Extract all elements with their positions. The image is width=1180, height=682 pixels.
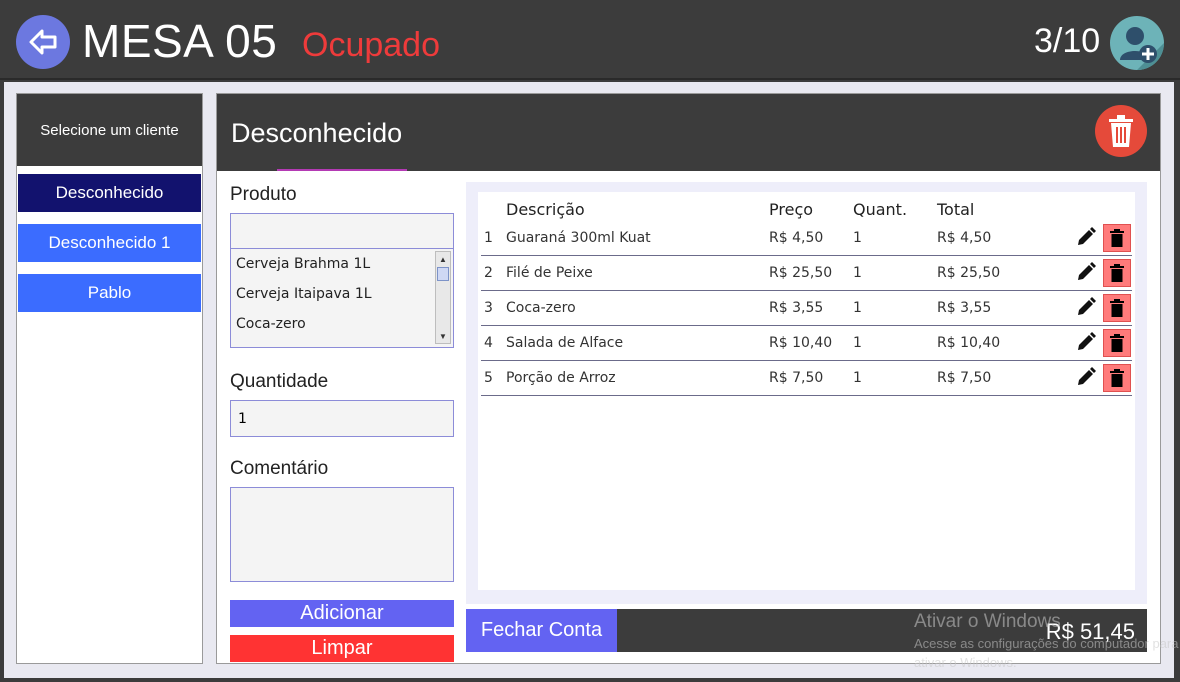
panel-header: Desconhecido	[217, 94, 1160, 171]
activation-watermark-text: ativar o Windows.	[914, 655, 1017, 670]
scroll-up-icon[interactable]: ▲	[436, 252, 450, 266]
row-price: R$ 25,50	[769, 265, 833, 281]
trash-icon	[1110, 299, 1124, 317]
order-table: Descrição Preço Quant. Total 1 Guaraná 3…	[478, 192, 1135, 590]
client-list: Desconhecido Desconhecido 1 Pablo	[17, 166, 202, 312]
column-quantity: Quant.	[853, 200, 908, 219]
product-label: Produto	[230, 184, 297, 205]
close-account-button[interactable]: Fechar Conta	[466, 609, 617, 652]
quantity-label: Quantidade	[230, 371, 329, 392]
row-quantity: 1	[853, 230, 862, 246]
scroll-thumb[interactable]	[437, 267, 449, 281]
row-price: R$ 7,50	[769, 370, 824, 386]
comment-field[interactable]	[230, 487, 454, 582]
add-client-button[interactable]	[1110, 16, 1164, 70]
table-title: MESA 05	[82, 15, 278, 67]
row-number: 2	[484, 265, 493, 281]
delete-row-button[interactable]	[1103, 364, 1131, 392]
row-number: 3	[484, 300, 493, 316]
pencil-icon[interactable]	[1076, 332, 1096, 352]
row-total: R$ 3,55	[937, 300, 992, 316]
row-description: Coca-zero	[506, 300, 576, 316]
delete-row-button[interactable]	[1103, 259, 1131, 287]
row-quantity: 1	[853, 335, 862, 351]
content-frame: Selecione um cliente Desconhecido Descon…	[4, 82, 1174, 678]
order-row: 2 Filé de Peixe R$ 25,50 1 R$ 25,50	[481, 256, 1132, 291]
delete-client-button[interactable]	[1095, 105, 1147, 157]
add-button[interactable]: Adicionar	[230, 600, 454, 627]
row-description: Filé de Peixe	[506, 265, 593, 281]
client-panel: Desconhecido Produto Cerveja Brahma 1L C…	[216, 93, 1161, 664]
client-counter: 3/10	[1034, 22, 1101, 60]
row-description: Porção de Arroz	[506, 370, 616, 386]
row-quantity: 1	[853, 370, 862, 386]
trash-icon	[1110, 334, 1124, 352]
order-row: 3 Coca-zero R$ 3,55 1 R$ 3,55	[481, 291, 1132, 326]
pencil-icon[interactable]	[1076, 227, 1096, 247]
row-price: R$ 10,40	[769, 335, 833, 351]
product-search-input[interactable]	[230, 213, 454, 249]
pencil-icon[interactable]	[1076, 262, 1096, 282]
sidebar-title: Selecione um cliente	[17, 94, 202, 166]
row-description: Guaraná 300ml Kuat	[506, 230, 651, 246]
order-row: 5 Porção de Arroz R$ 7,50 1 R$ 7,50	[481, 361, 1132, 396]
row-quantity: 1	[853, 265, 862, 281]
title-underline	[277, 169, 407, 171]
scroll-down-icon[interactable]: ▼	[436, 329, 450, 343]
row-price: R$ 3,55	[769, 300, 824, 316]
trash-icon	[1110, 264, 1124, 282]
product-list[interactable]: Cerveja Brahma 1L Cerveja Itaipava 1L Co…	[230, 249, 454, 348]
arrow-left-icon	[29, 29, 57, 55]
column-price: Preço	[769, 200, 814, 219]
comment-label: Comentário	[230, 458, 329, 479]
row-description: Salada de Alface	[506, 335, 624, 351]
client-item-desconhecido-1[interactable]: Desconhecido 1	[18, 224, 201, 262]
trash-icon	[1109, 115, 1133, 147]
product-option[interactable]: Cerveja Brahma 1L	[231, 249, 453, 279]
order-area: Descrição Preço Quant. Total 1 Guaraná 3…	[466, 182, 1147, 604]
column-total: Total	[937, 200, 975, 219]
trash-icon	[1110, 229, 1124, 247]
row-number: 5	[484, 370, 493, 386]
add-user-icon	[1120, 27, 1164, 70]
delete-row-button[interactable]	[1103, 294, 1131, 322]
row-price: R$ 4,50	[769, 230, 824, 246]
back-button[interactable]	[16, 15, 70, 69]
quantity-input[interactable]	[230, 400, 454, 437]
row-number: 1	[484, 230, 493, 246]
pencil-icon[interactable]	[1076, 297, 1096, 317]
trash-icon	[1110, 369, 1124, 387]
activation-watermark-text: Acesse as configurações do computador pa…	[914, 636, 1179, 651]
activation-watermark-title: Ativar o Windows	[914, 611, 1061, 632]
product-option[interactable]: Coca-zero	[231, 309, 453, 339]
row-number: 4	[484, 335, 493, 351]
clear-button[interactable]: Limpar	[230, 635, 454, 662]
top-bar: MESA 05 Ocupado 3/10	[0, 0, 1180, 80]
column-description: Descrição	[506, 200, 585, 219]
product-scrollbar[interactable]: ▲ ▼	[435, 251, 451, 344]
row-total: R$ 25,50	[937, 265, 1001, 281]
row-total: R$ 7,50	[937, 370, 992, 386]
row-quantity: 1	[853, 300, 862, 316]
order-row: 1 Guaraná 300ml Kuat R$ 4,50 1 R$ 4,50	[481, 221, 1132, 256]
table-status: Ocupado	[302, 26, 440, 64]
delete-row-button[interactable]	[1103, 224, 1131, 252]
client-item-desconhecido[interactable]: Desconhecido	[18, 174, 201, 212]
pencil-icon[interactable]	[1076, 367, 1096, 387]
delete-row-button[interactable]	[1103, 329, 1131, 357]
order-row: 4 Salada de Alface R$ 10,40 1 R$ 10,40	[481, 326, 1132, 361]
client-sidebar: Selecione um cliente Desconhecido Descon…	[16, 93, 203, 664]
row-total: R$ 10,40	[937, 335, 1001, 351]
client-name: Desconhecido	[231, 118, 403, 148]
product-option[interactable]: Cerveja Itaipava 1L	[231, 279, 453, 309]
client-item-pablo[interactable]: Pablo	[18, 274, 201, 312]
row-total: R$ 4,50	[937, 230, 992, 246]
